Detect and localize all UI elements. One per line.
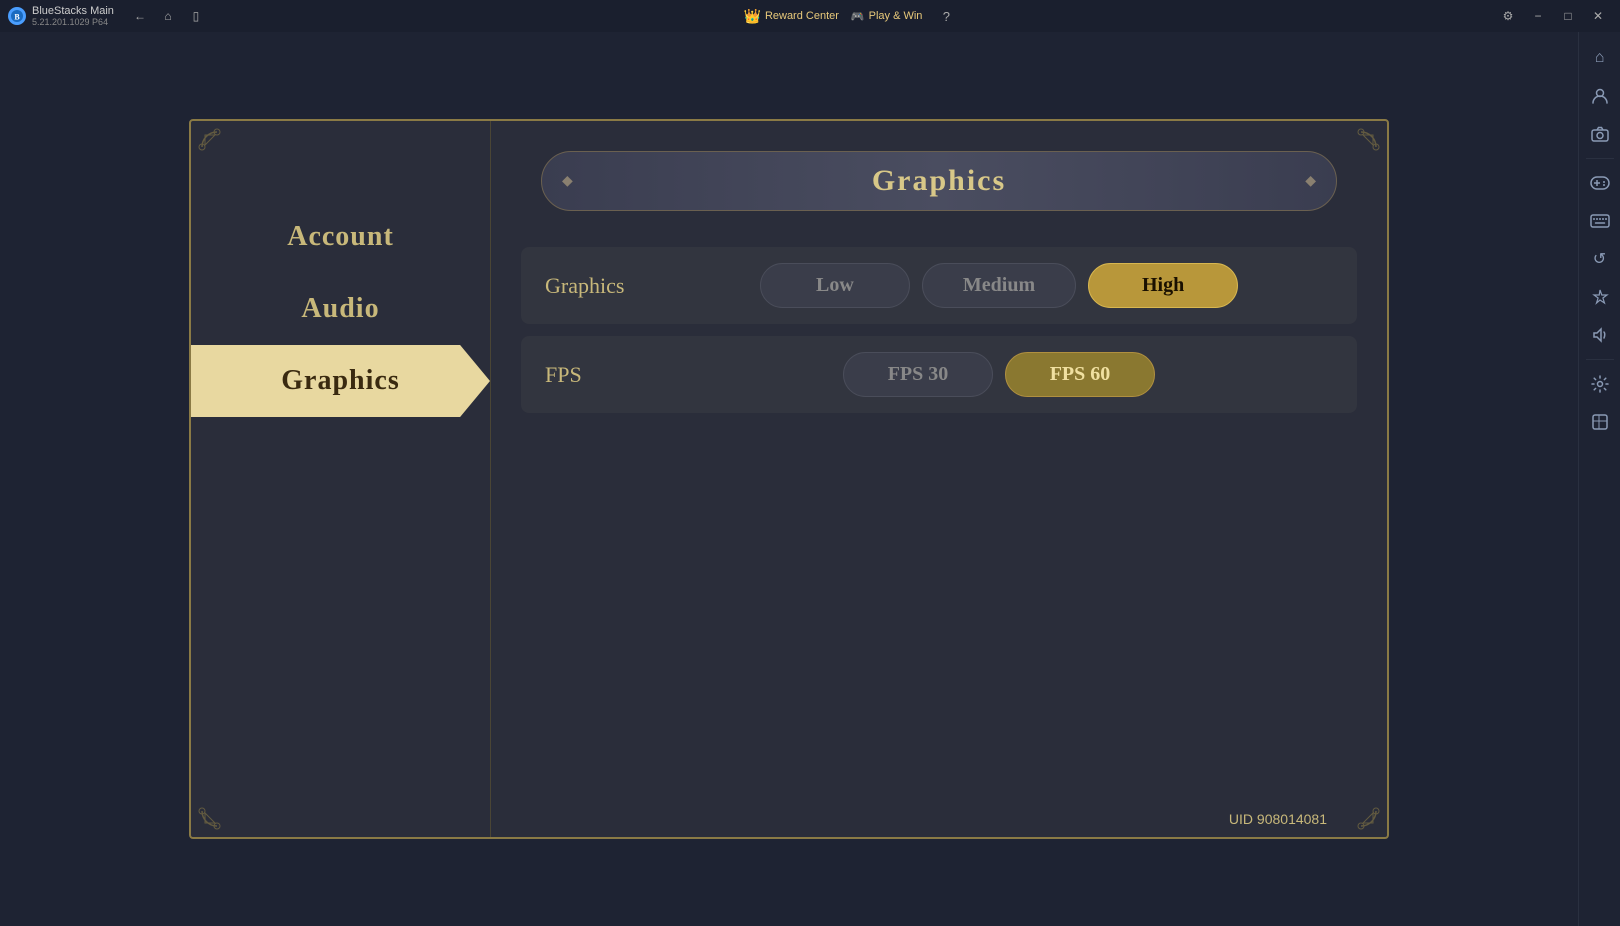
bluestacks-logo: B — [8, 7, 26, 25]
sidebar-icon-refresh[interactable]: ↺ — [1582, 241, 1618, 277]
reward-icon: 👑 — [744, 8, 761, 25]
graphics-high-button[interactable]: High — [1088, 263, 1238, 308]
sidebar-icon-volume[interactable] — [1582, 317, 1618, 353]
fps-options: FPS 30 FPS 60 — [665, 352, 1333, 397]
reward-center-button[interactable]: 👑 Reward Center — [744, 8, 839, 25]
settings-button[interactable]: ⚙ — [1494, 6, 1522, 26]
copy-button[interactable]: ▯ — [184, 6, 208, 26]
app-version: 5.21.201.1029 P64 — [32, 17, 114, 27]
menu-item-graphics-label: Graphics — [281, 365, 399, 397]
titlebar-left: B BlueStacks Main 5.21.201.1029 P64 ← ⌂ … — [8, 5, 208, 27]
corner-decoration-tr — [1341, 127, 1381, 167]
menu-item-audio-label: Audio — [301, 293, 379, 325]
sidebar-icon-home[interactable]: ⌂ — [1582, 40, 1618, 76]
maximize-button[interactable]: □ — [1554, 6, 1582, 26]
close-button[interactable]: ✕ — [1584, 6, 1612, 26]
sidebar-divider-2 — [1586, 359, 1614, 360]
titlebar: B BlueStacks Main 5.21.201.1029 P64 ← ⌂ … — [0, 0, 1620, 32]
menu-item-graphics[interactable]: Graphics — [191, 345, 490, 417]
sidebar-icon-star[interactable] — [1582, 279, 1618, 315]
sidebar-icon-settings2[interactable] — [1582, 366, 1618, 402]
sidebar-icon-layers[interactable] — [1582, 404, 1618, 440]
playnwin-icon: 🎮 — [851, 10, 865, 23]
game-panel: Account Audio Graphics Graphics Graphics — [189, 119, 1389, 839]
graphics-medium-button[interactable]: Medium — [922, 263, 1076, 308]
game-sidebar: Account Audio Graphics — [191, 121, 491, 837]
menu-item-account-label: Account — [287, 221, 394, 253]
fps-30-button[interactable]: FPS 30 — [843, 352, 993, 397]
settings-area: Graphics Low Medium High FPS FPS 30 FPS … — [521, 237, 1357, 423]
graphics-options: Low Medium High — [665, 263, 1333, 308]
right-sidebar: ⌂ ↺ — [1578, 32, 1620, 926]
titlebar-right: ⚙ − □ ✕ — [1494, 6, 1612, 26]
fps-60-button[interactable]: FPS 60 — [1005, 352, 1155, 397]
menu-item-audio[interactable]: Audio — [191, 273, 490, 345]
reward-label: Reward Center — [765, 10, 839, 22]
main-content: Account Audio Graphics Graphics Graphics — [0, 32, 1578, 926]
sidebar-icon-keyboard[interactable] — [1582, 203, 1618, 239]
sidebar-icon-gamepad[interactable] — [1582, 165, 1618, 201]
minimize-button[interactable]: − — [1524, 6, 1552, 26]
fps-setting-row: FPS FPS 30 FPS 60 — [521, 336, 1357, 413]
titlebar-nav: ← ⌂ ▯ — [128, 6, 208, 26]
sidebar-divider-1 — [1586, 158, 1614, 159]
fps-setting-label: FPS — [545, 362, 645, 388]
corner-decoration-br — [1341, 791, 1381, 831]
graphics-low-button[interactable]: Low — [760, 263, 910, 308]
sidebar-icon-camera[interactable] — [1582, 116, 1618, 152]
app-name: BlueStacks Main — [32, 5, 114, 17]
playnwin-label: Play & Win — [869, 10, 923, 22]
play-win-button[interactable]: 🎮 Play & Win — [851, 10, 923, 23]
graphics-setting-row: Graphics Low Medium High — [521, 247, 1357, 324]
back-button[interactable]: ← — [128, 6, 152, 26]
corner-decoration-bl — [197, 791, 237, 831]
game-content: Graphics Graphics Low Medium High FPS — [491, 121, 1387, 837]
panel-title: Graphics — [872, 164, 1006, 198]
titlebar-center: 👑 Reward Center 🎮 Play & Win ? — [744, 6, 959, 26]
svg-text:B: B — [14, 13, 20, 22]
title-banner: Graphics — [541, 151, 1337, 211]
uid-display: UID 908014081 — [1229, 811, 1327, 827]
graphics-setting-label: Graphics — [545, 273, 645, 299]
home-nav-button[interactable]: ⌂ — [156, 6, 180, 26]
menu-item-account[interactable]: Account — [191, 201, 490, 273]
sidebar-icon-person[interactable] — [1582, 78, 1618, 114]
help-button[interactable]: ? — [934, 6, 958, 26]
corner-decoration-tl — [197, 127, 237, 167]
